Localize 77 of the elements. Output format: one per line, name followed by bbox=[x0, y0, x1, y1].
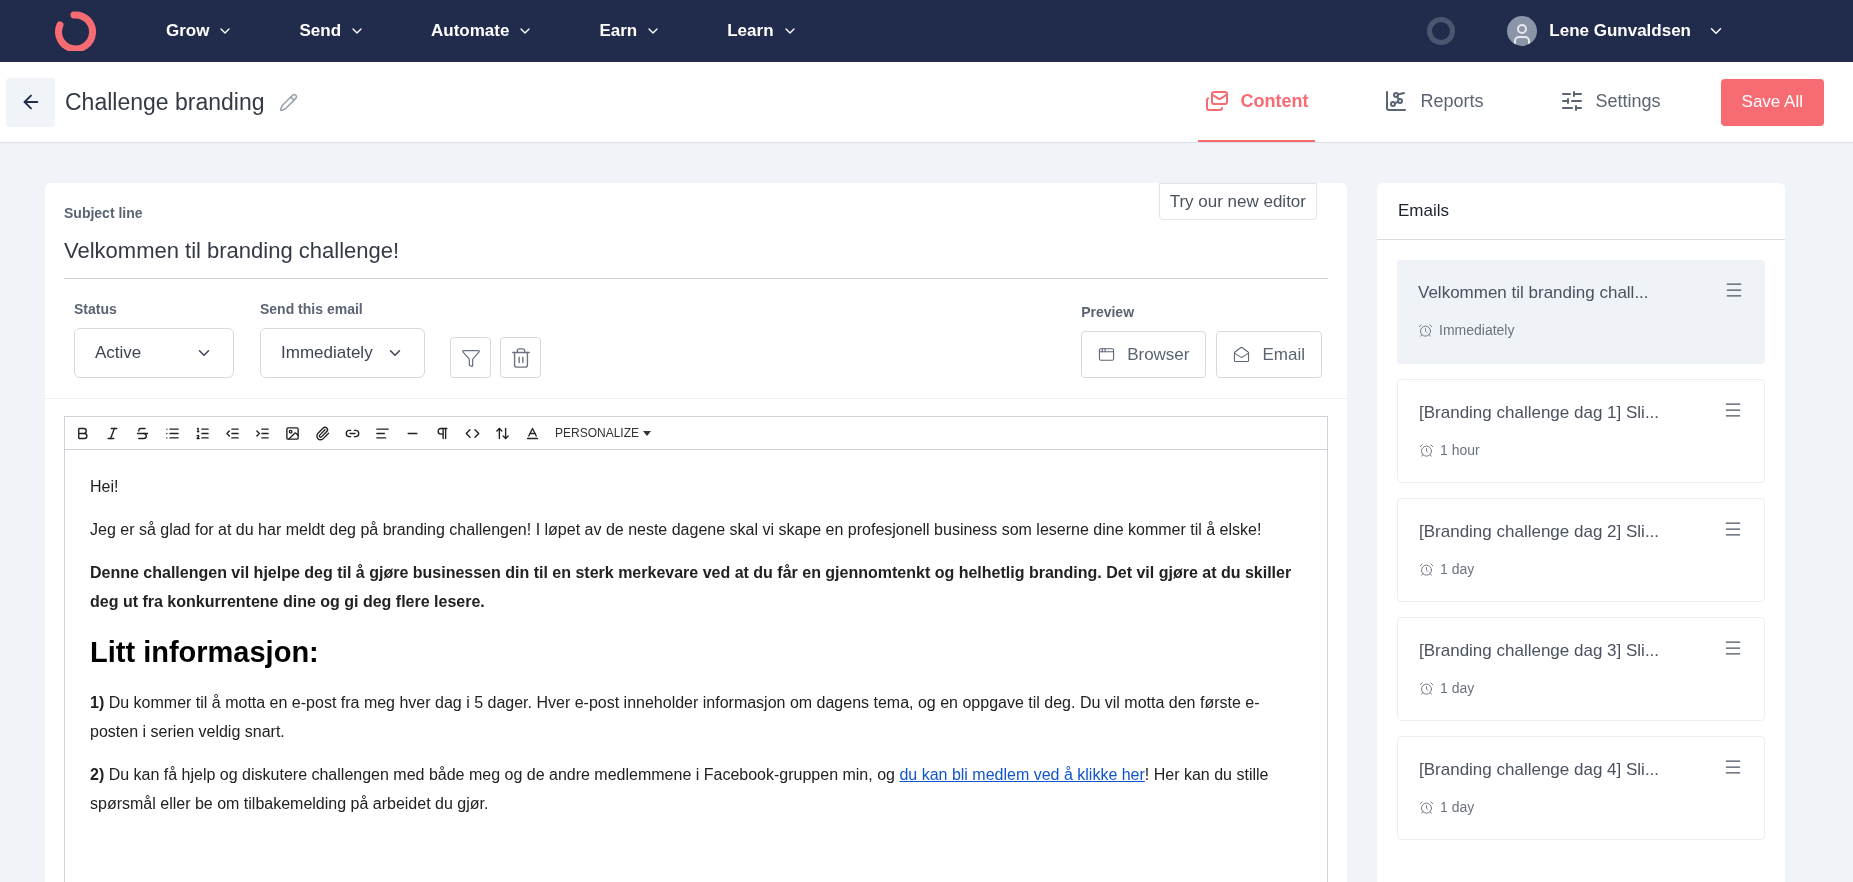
body-heading: Litt informasjon: bbox=[90, 635, 320, 670]
align-left-icon[interactable] bbox=[375, 425, 390, 441]
email-body-editor[interactable] bbox=[64, 450, 1328, 882]
email-delay: Immediately bbox=[1439, 320, 1515, 340]
field-label: Preview bbox=[1081, 303, 1136, 322]
email-delay: 1 day bbox=[1440, 678, 1475, 698]
email-title: Velkommen til branding chall... bbox=[1418, 282, 1649, 304]
campaign-title: Challenge branding bbox=[65, 87, 265, 117]
body-paragraph: 1) Du kommer til å motta en e-post fra meg hver dag i 5 dager. Hver e-post inneholder informasjon om dagens tema, og en oppgave til deg. Du vil motta den første e-posten i serien veldig snart. bbox=[90, 693, 1261, 742]
body-link[interactable]: du kan bli medlem ved å klikke her bbox=[899, 766, 1145, 783]
numbered-list-icon[interactable] bbox=[195, 425, 210, 441]
email-delay: 1 day bbox=[1440, 797, 1475, 817]
alarm-clock-icon bbox=[1419, 442, 1434, 458]
email-list-item[interactable]: [Branding challenge dag 2] Sli... 1 day bbox=[1397, 498, 1765, 602]
logo-icon[interactable] bbox=[52, 11, 96, 51]
outdent-icon[interactable] bbox=[225, 425, 240, 441]
email-title: [Branding challenge dag 1] Sli... bbox=[1419, 402, 1660, 424]
preview-button[interactable]: Browser bbox=[1081, 331, 1207, 378]
alarm-clock-icon bbox=[1418, 322, 1433, 338]
bold-icon[interactable] bbox=[75, 425, 90, 441]
field-label: Status bbox=[74, 300, 118, 319]
font-size-icon[interactable] bbox=[495, 425, 510, 441]
nav-menu-item[interactable]: Send bbox=[299, 18, 365, 44]
field-label: Subject line bbox=[64, 204, 144, 223]
back-button[interactable] bbox=[6, 77, 55, 127]
body-paragraph: Jeg er så glad for at du har meldt deg på branding challengen! I løpet av de neste dagene skal vi skape en profesjonell business som leserne dine kommer til å elske! bbox=[90, 520, 1263, 540]
delete-button[interactable] bbox=[500, 337, 541, 378]
caret-icon bbox=[643, 430, 652, 436]
field-label: Send this email bbox=[260, 300, 364, 319]
email-title: [Branding challenge dag 2] Sli... bbox=[1419, 521, 1660, 543]
user-menu[interactable]: Lene Gunvaldsen bbox=[1549, 18, 1725, 44]
paperclip-icon[interactable] bbox=[315, 425, 330, 441]
trash-icon bbox=[509, 346, 532, 369]
envelopes-icon bbox=[1204, 89, 1229, 113]
tab[interactable]: Reports bbox=[1377, 62, 1491, 142]
sliders-icon bbox=[1559, 89, 1584, 113]
nav-menu-item[interactable]: Earn bbox=[599, 18, 662, 44]
personalize-dropdown[interactable]: PERSONALIZE bbox=[555, 424, 652, 442]
email-delay: 1 hour bbox=[1440, 440, 1480, 460]
email-list-item[interactable]: Velkommen til branding chall... Immediately bbox=[1397, 260, 1765, 364]
email-list-item[interactable]: [Branding challenge dag 3] Sli... 1 day bbox=[1397, 617, 1765, 721]
strikethrough-icon[interactable] bbox=[135, 425, 150, 441]
italic-icon[interactable] bbox=[105, 425, 120, 441]
alarm-clock-icon bbox=[1419, 561, 1434, 577]
email-title: [Branding challenge dag 3] Sli... bbox=[1419, 640, 1660, 662]
filter-icon bbox=[460, 347, 481, 368]
loading-spinner-icon bbox=[1427, 17, 1456, 45]
edit-pencil-icon[interactable] bbox=[278, 92, 298, 112]
filter-button[interactable] bbox=[450, 337, 491, 378]
email-list-item[interactable]: [Branding challenge dag 4] Sli... 1 day bbox=[1397, 736, 1765, 840]
email-list-item[interactable]: [Branding challenge dag 1] Sli... 1 hour bbox=[1397, 379, 1765, 483]
subject-line-field[interactable]: Velkommen til branding challenge! bbox=[64, 234, 1328, 268]
nav-menu-item[interactable]: Grow bbox=[166, 18, 234, 44]
sidebar-title: Emails bbox=[1398, 200, 1449, 223]
alarm-clock-icon bbox=[1419, 680, 1434, 696]
email-title: [Branding challenge dag 4] Sli... bbox=[1419, 759, 1660, 781]
body-paragraph: Hei! bbox=[90, 477, 120, 497]
nav-menu-item[interactable]: Automate bbox=[431, 18, 534, 44]
body-paragraph: 2) Du kan få hjelp og diskutere challengen med både meg og de andre medlemmene i Facebook-gruppen min, og du kan bli medlem ved å klikke her! Her kan du stille spørsmål eller be om tilbakemelding på arbeidet du gjør. bbox=[90, 765, 1270, 814]
alarm-clock-icon bbox=[1419, 799, 1434, 815]
try-new-editor-button[interactable]: Try our new editor bbox=[1158, 183, 1317, 220]
dropdown[interactable]: Immediately bbox=[260, 328, 425, 378]
email-delay: 1 day bbox=[1440, 559, 1475, 579]
open-envelope-icon bbox=[1233, 346, 1251, 363]
pilcrow-icon[interactable] bbox=[435, 425, 450, 441]
tab[interactable]: Settings bbox=[1552, 62, 1668, 142]
indent-icon[interactable] bbox=[255, 425, 270, 441]
bullet-list-icon[interactable] bbox=[165, 425, 180, 441]
image-icon[interactable] bbox=[285, 425, 300, 441]
nav-menu-item[interactable]: Learn bbox=[727, 18, 798, 44]
body-paragraph: Denne challengen vil hjelpe deg til å gjøre businessen din til en sterk merkevare ved at du får en gjennomtenkt og helhetlig branding. Det vil gjøre at du skiller deg ut fra konkurrentene dine og gi deg flere lesere. bbox=[90, 563, 1293, 612]
preview-button[interactable]: Email bbox=[1216, 331, 1322, 378]
browser-window-icon bbox=[1098, 346, 1116, 363]
avatar bbox=[1507, 16, 1538, 46]
chart-icon bbox=[1384, 89, 1409, 113]
dropdown[interactable]: Active bbox=[74, 328, 234, 378]
text-color-icon[interactable] bbox=[525, 425, 540, 441]
